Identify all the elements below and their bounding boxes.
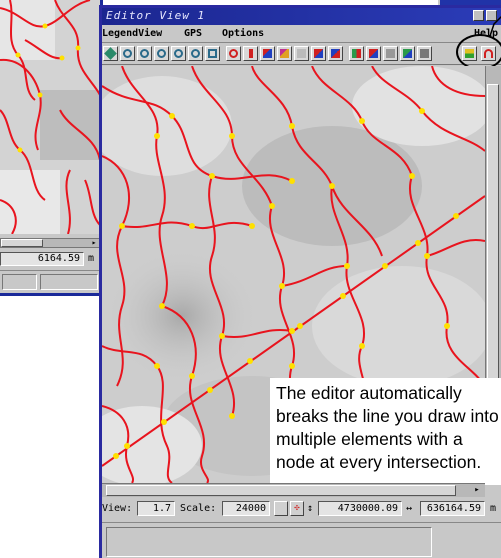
table-icon[interactable] <box>366 46 381 61</box>
editor-window: Editor View 1 LegendView GPS Options Hel… <box>99 5 501 558</box>
crosshair-icon[interactable]: ✣ <box>290 501 304 516</box>
coordinate-swap-icon[interactable]: ↔ <box>406 503 412 515</box>
pan-icon[interactable] <box>205 46 220 61</box>
grid-icon[interactable] <box>383 46 398 61</box>
measure-icon[interactable] <box>294 46 309 61</box>
grid-toggle-icon[interactable] <box>417 46 432 61</box>
back-coordinate-field: 6164.59 <box>0 252 84 266</box>
horizontal-scrollbar[interactable]: ▸ <box>102 483 485 497</box>
full-view-icon[interactable] <box>188 46 203 61</box>
callout-text: The editor automatically breaks the line… <box>276 383 499 472</box>
stepper-icon[interactable]: ↕ <box>307 503 313 515</box>
back-bottom-panel <box>0 270 100 292</box>
back-bottom-cell <box>40 274 98 290</box>
layer-icon[interactable] <box>311 46 326 61</box>
back-unit-label: m <box>88 253 95 264</box>
highlight-circle <box>456 34 501 70</box>
horizontal-scroll-thumb[interactable] <box>106 485 456 496</box>
view-label: View: <box>102 503 133 514</box>
select-point-icon[interactable] <box>243 46 258 61</box>
zoom-box-icon[interactable] <box>154 46 169 61</box>
scale-field[interactable]: 24000 <box>222 501 270 516</box>
status-bar: View: 1.7 Scale: 24000 ✣ ↕ 4730000.09 ↔ … <box>102 498 501 520</box>
title-bar[interactable]: Editor View 1 <box>102 8 501 25</box>
find-icon[interactable] <box>226 46 241 61</box>
toolbar <box>102 43 501 65</box>
easting-field[interactable]: 636164.59 <box>420 501 485 516</box>
fit-view-icon[interactable] <box>103 46 118 61</box>
back-bottom-cell <box>2 274 37 290</box>
zoom-1x-icon[interactable] <box>171 46 186 61</box>
scale-label: Scale: <box>180 503 217 514</box>
unit-label: m <box>490 503 497 514</box>
back-editor-window: ▸ 6164.59 m <box>0 0 103 296</box>
legend-icon[interactable] <box>328 46 343 61</box>
back-status-bar: 6164.59 m <box>0 251 100 267</box>
back-scroll-thumb[interactable] <box>1 239 43 247</box>
menu-options[interactable]: Options <box>222 27 264 40</box>
callout-box: The editor automatically breaks the line… <box>270 378 501 485</box>
menu-legendview[interactable]: LegendView <box>102 27 162 40</box>
vertical-scroll-thumb[interactable] <box>487 84 499 414</box>
back-horizontal-scrollbar[interactable]: ▸ <box>0 238 100 248</box>
edit-icon[interactable] <box>400 46 415 61</box>
back-map-lines <box>0 0 100 234</box>
scale-dropdown-button[interactable] <box>274 501 288 516</box>
select-polygon-icon[interactable] <box>277 46 292 61</box>
back-scroll-right-arrow[interactable]: ▸ <box>89 239 99 247</box>
window-title: Editor View 1 <box>106 9 206 22</box>
scroll-right-arrow[interactable]: ▸ <box>471 484 483 496</box>
zoom-in-icon[interactable] <box>120 46 135 61</box>
minimize-button[interactable] <box>473 10 484 21</box>
menu-bar: LegendView GPS Options Help <box>102 25 501 43</box>
pointer-line <box>490 15 501 36</box>
menu-gps[interactable]: GPS <box>184 27 202 40</box>
select-line-icon[interactable] <box>260 46 275 61</box>
bottom-panel <box>102 522 501 558</box>
gps-icon[interactable] <box>349 46 364 61</box>
back-map-canvas[interactable] <box>0 0 100 234</box>
message-area <box>106 527 432 557</box>
view-field[interactable]: 1.7 <box>137 501 175 516</box>
northing-field[interactable]: 4730000.09 <box>318 501 402 516</box>
zoom-out-icon[interactable] <box>137 46 152 61</box>
screen: ▸ 6164.59 m Editor View 1 LegendView GPS… <box>0 0 501 558</box>
